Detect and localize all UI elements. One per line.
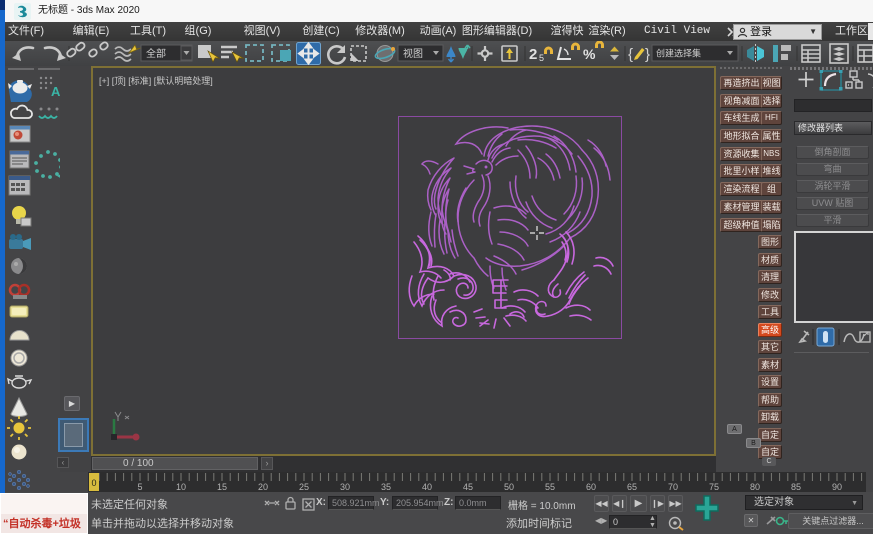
svg-text:2: 2 (529, 46, 537, 63)
svg-text:%: % (583, 46, 596, 62)
svg-text:5: 5 (539, 53, 544, 63)
svg-text:0: 0 (92, 478, 97, 488)
svg-text:}: } (645, 46, 650, 63)
svg-text:75: 75 (709, 482, 719, 492)
svg-text:30: 30 (340, 482, 350, 492)
svg-text:70: 70 (668, 482, 678, 492)
svg-text:45: 45 (463, 482, 473, 492)
svg-text:40: 40 (422, 482, 432, 492)
svg-text:25: 25 (299, 482, 309, 492)
svg-text:全部: 全部 (146, 47, 166, 60)
svg-text:20: 20 (258, 482, 268, 492)
svg-text:65: 65 (627, 482, 637, 492)
svg-text:{: { (628, 46, 633, 63)
svg-text:50: 50 (504, 482, 514, 492)
svg-text:85: 85 (791, 482, 801, 492)
svg-text:35: 35 (381, 482, 391, 492)
svg-text:90: 90 (832, 482, 842, 492)
svg-text:60: 60 (586, 482, 596, 492)
svg-text:55: 55 (545, 482, 555, 492)
svg-text:5: 5 (137, 482, 142, 492)
svg-text:视图: 视图 (403, 47, 423, 60)
svg-text:10: 10 (176, 482, 186, 492)
svg-text:15: 15 (217, 482, 227, 492)
svg-text:80: 80 (750, 482, 760, 492)
svg-text:创建选择集: 创建选择集 (656, 48, 701, 59)
